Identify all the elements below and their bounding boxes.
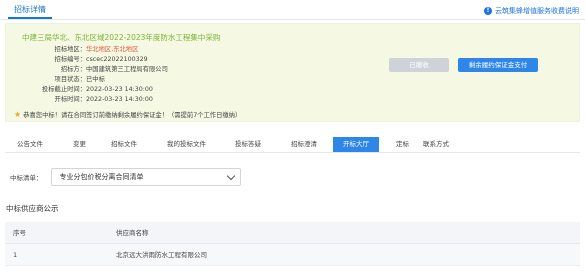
award-notice-text: 恭喜您中标！请在合同签订前缴纳剩余履约保证金！（需提前7个工作日缴纳） — [23, 112, 242, 119]
award-notice: ★ 恭喜您中标！请在合同签订前缴纳剩余履约保证金！（需提前7个工作日缴纳） — [14, 110, 241, 119]
info-row-tenderer: 招标方：中国建筑第三工程局有限公司 — [22, 64, 322, 74]
fee-explanation-label: 云筑集蜂增值服务收费说明 — [495, 7, 579, 15]
info-circle-icon: ! — [484, 7, 492, 15]
field-label: 招标方： — [60, 66, 86, 73]
info-row-status: 项目状态：已中标 — [22, 74, 322, 84]
field-label: 招标地区： — [54, 46, 86, 53]
withdrawn-button[interactable]: 已撤收 — [389, 58, 449, 72]
field-value: 已中标 — [86, 76, 105, 83]
tab-changes[interactable]: 变更 — [73, 137, 86, 152]
chevron-down-icon — [226, 171, 235, 181]
field-value: 2022-03-23 14:30:00 — [86, 86, 153, 93]
tab-bid-documents[interactable]: 招标文件 — [111, 137, 137, 152]
table-header: 序号 供应商名称 — [5, 222, 580, 244]
info-row-deadline: 投标截止时间：2022-03-23 14:30:00 — [22, 84, 322, 94]
field-label: 开标时间： — [54, 96, 86, 103]
column-header-supplier: 供应商名称 — [116, 229, 149, 237]
field-label: 投标截止时间： — [41, 86, 86, 93]
tab-bid-opening-hall[interactable]: 开标大厅 — [333, 137, 379, 152]
info-row-region: 招标地区：华北地区,东北地区 — [22, 44, 322, 54]
tab-my-bid-documents[interactable]: 我的投标文件 — [167, 137, 206, 152]
award-list-label: 中标清单： — [10, 174, 43, 182]
table-row: 1 北京远大洪雨防水工程有限公司 — [5, 244, 580, 266]
field-label: 项目状态： — [54, 76, 86, 83]
tab-clarification[interactable]: 招标澄清 — [291, 137, 317, 152]
field-value: 中国建筑第三工程局有限公司 — [86, 66, 168, 73]
info-row-bid-number: 招标编号：cscec22022100329 — [22, 54, 322, 64]
tab-award[interactable]: 定标 — [396, 137, 409, 152]
field-label: 招标编号： — [54, 56, 86, 63]
tab-bid-details[interactable]: 招标详情 — [8, 2, 52, 19]
cell-supplier-name: 北京远大洪雨防水工程有限公司 — [116, 251, 207, 259]
project-info-panel: 中建三局华北、东北区域2022-2023年度防水工程集中采购 招标地区：华北地区… — [5, 23, 580, 122]
project-title: 中建三局华北、东北区域2022-2023年度防水工程集中采购 — [22, 33, 221, 42]
detail-tabs: 公告文件 变更 招标文件 我的投标文件 投标答疑 招标澄清 开标大厅 定标 联系… — [5, 137, 580, 153]
field-value: cscec22022100329 — [86, 56, 148, 63]
tab-contact[interactable]: 联系方式 — [423, 137, 449, 152]
top-bar: 招标详情 ! 云筑集蜂增值服务收费说明 — [0, 0, 585, 20]
field-value: 华北地区,东北地区 — [86, 46, 139, 53]
supplier-table: 序号 供应商名称 1 北京远大洪雨防水工程有限公司 — [5, 222, 580, 266]
pay-performance-bond-button[interactable]: 剩余履约保证金支付 — [458, 58, 538, 72]
award-list-selected: 专业分包价税分离合同清单 — [59, 173, 144, 181]
tab-announcement[interactable]: 公告文件 — [17, 137, 43, 152]
cell-index: 1 — [13, 251, 18, 259]
tab-bid-qa[interactable]: 投标答疑 — [235, 137, 261, 152]
supplier-section-title: 中标供应商公示 — [6, 204, 59, 213]
star-icon: ★ — [14, 109, 22, 119]
column-header-index: 序号 — [13, 229, 26, 237]
award-list-select[interactable]: 专业分包价税分离合同清单 — [50, 168, 241, 186]
field-value: 2022-03-23 14:30:00 — [86, 96, 153, 103]
info-row-opening-time: 开标时间：2022-03-23 14:30:00 — [22, 94, 322, 104]
award-list-filter: 中标清单： 专业分包价税分离合同清单 — [10, 167, 241, 187]
fee-explanation-link[interactable]: ! 云筑集蜂增值服务收费说明 — [484, 6, 579, 16]
